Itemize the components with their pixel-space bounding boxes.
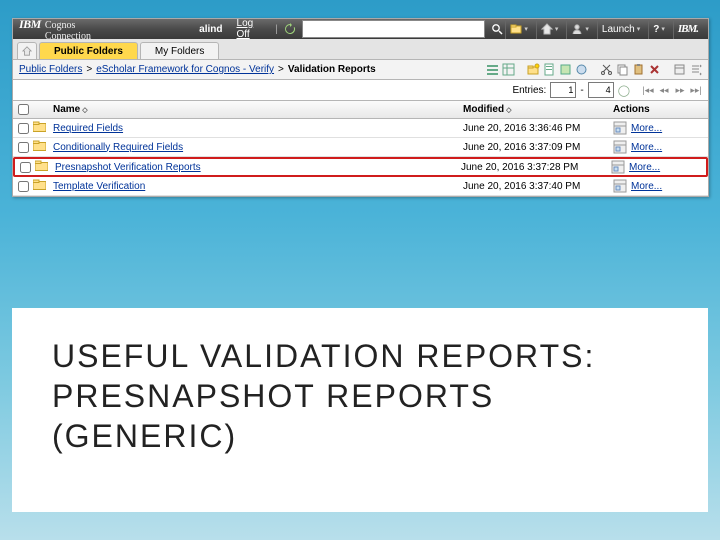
entries-row: Entries: - ◯ |◂◂ ◂◂ ▸▸ ▸▸| [13, 80, 708, 101]
list-view-icon[interactable] [486, 63, 499, 76]
entries-circle-icon[interactable]: ◯ [618, 84, 630, 97]
top-right: ▾ ▾ ▾ Launch ▾ ? ▾ IBM. [505, 19, 702, 39]
search-icon[interactable] [491, 22, 503, 36]
row-modified: June 20, 2016 3:37:40 PM [463, 181, 613, 192]
folder-icon [33, 179, 46, 190]
user-menu[interactable]: ▾ [566, 19, 593, 39]
chevron-down-icon: ▾ [555, 25, 559, 33]
folder-icon [33, 121, 46, 132]
col-name[interactable]: Name◇ [51, 104, 463, 115]
breadcrumb-current: Validation Reports [288, 64, 376, 75]
row-name-link[interactable]: Conditionally Required Fields [53, 142, 183, 153]
chevron-down-icon: ▾ [637, 25, 641, 33]
tab-public-folders[interactable]: Public Folders [39, 42, 138, 59]
table-row: Presnapshot Verification Reports June 20,… [13, 157, 708, 177]
copy-icon[interactable] [616, 63, 629, 76]
ibm-logo: IBM. [673, 19, 702, 39]
entries-label: Entries: [512, 85, 546, 96]
slide: IBM Cognos Connection alind Log Off | ▾ [0, 0, 720, 540]
breadcrumb-framework[interactable]: eScholar Framework for Cognos - Verify [96, 64, 274, 75]
folder-icon [35, 160, 48, 171]
cognos-window: IBM Cognos Connection alind Log Off | ▾ [12, 18, 709, 197]
row-modified: June 20, 2016 3:37:09 PM [463, 142, 613, 153]
sort-icon: ◇ [506, 107, 511, 114]
table-row: Conditionally Required Fields June 20, 20… [13, 138, 708, 157]
brand-ibm: IBM [19, 17, 41, 32]
row-checkbox[interactable] [18, 142, 29, 153]
logoff-link[interactable]: Log Off [231, 18, 272, 40]
folder-menu[interactable]: ▾ [505, 19, 532, 39]
more-link[interactable]: More... [631, 181, 662, 192]
detail-view-icon[interactable] [502, 63, 515, 76]
properties-icon[interactable] [673, 63, 686, 76]
col-actions: Actions [613, 104, 708, 115]
properties-icon[interactable] [613, 121, 627, 135]
chevron-down-icon: ▾ [661, 25, 665, 33]
new-report-icon[interactable] [559, 63, 572, 76]
new-page-icon[interactable] [543, 63, 556, 76]
cut-icon[interactable] [600, 63, 613, 76]
table-body: Required Fields June 20, 2016 3:36:46 PM M… [13, 119, 708, 196]
table-header: Name◇ Modified◇ Actions [13, 101, 708, 119]
pager-prev-icon[interactable]: ◂◂ [658, 84, 670, 96]
chevron-down-icon: ▾ [585, 25, 589, 33]
brand-product: Cognos Connection [45, 20, 111, 42]
delete-icon[interactable] [648, 63, 661, 76]
home-menu[interactable]: ▾ [536, 19, 563, 39]
row-name-link[interactable]: Required Fields [53, 123, 123, 134]
tabs-row: Public Folders My Folders [13, 39, 708, 60]
tab-my-folders[interactable]: My Folders [140, 42, 219, 59]
entries-to[interactable] [588, 82, 614, 98]
properties-icon[interactable] [613, 179, 627, 193]
folder-icon [33, 140, 46, 151]
order-icon[interactable] [689, 63, 702, 76]
table-row: Template Verification June 20, 2016 3:37:… [13, 177, 708, 196]
properties-icon[interactable] [611, 160, 625, 174]
new-folder-icon[interactable] [527, 63, 540, 76]
row-modified: June 20, 2016 3:36:46 PM [463, 123, 613, 134]
entries-from[interactable] [550, 82, 576, 98]
home-tab-icon[interactable] [17, 42, 37, 59]
top-bar: IBM Cognos Connection alind Log Off | ▾ [13, 19, 708, 39]
search-input[interactable] [302, 20, 485, 38]
refresh-icon[interactable] [284, 22, 296, 36]
pager-first-icon[interactable]: |◂◂ [642, 84, 654, 96]
table-row: Required Fields June 20, 2016 3:36:46 PM M… [13, 119, 708, 138]
username: alind [191, 24, 230, 35]
row-name-link[interactable]: Template Verification [53, 181, 145, 192]
row-checkbox[interactable] [18, 123, 29, 134]
breadcrumb-row: Public Folders > eScholar Framework for … [13, 60, 708, 80]
more-link[interactable]: More... [631, 142, 662, 153]
properties-icon[interactable] [613, 140, 627, 154]
row-checkbox[interactable] [20, 162, 31, 173]
breadcrumb-public[interactable]: Public Folders [19, 64, 82, 75]
more-link[interactable]: More... [629, 162, 660, 173]
row-checkbox[interactable] [18, 181, 29, 192]
sort-icon: ◇ [82, 107, 87, 114]
toolbar [486, 63, 702, 76]
row-modified: June 20, 2016 3:37:28 PM [461, 162, 611, 173]
col-modified[interactable]: Modified◇ [463, 104, 613, 115]
help-menu[interactable]: ? ▾ [648, 19, 669, 39]
more-link[interactable]: More... [631, 123, 662, 134]
select-all-cell [13, 101, 33, 118]
row-name-link[interactable]: Presnapshot Verification Reports [55, 162, 201, 173]
slide-title: USEFUL VALIDATION REPORTS: PRESNAPSHOT R… [40, 326, 680, 466]
select-all-checkbox[interactable] [18, 104, 29, 115]
pager-next-icon[interactable]: ▸▸ [674, 84, 686, 96]
new-job-icon[interactable] [575, 63, 588, 76]
brand: IBM Cognos Connection [19, 17, 111, 42]
chevron-down-icon: ▾ [524, 25, 528, 33]
pager-last-icon[interactable]: ▸▸| [690, 84, 702, 96]
paste-icon[interactable] [632, 63, 645, 76]
launch-menu[interactable]: Launch ▾ [597, 19, 644, 39]
